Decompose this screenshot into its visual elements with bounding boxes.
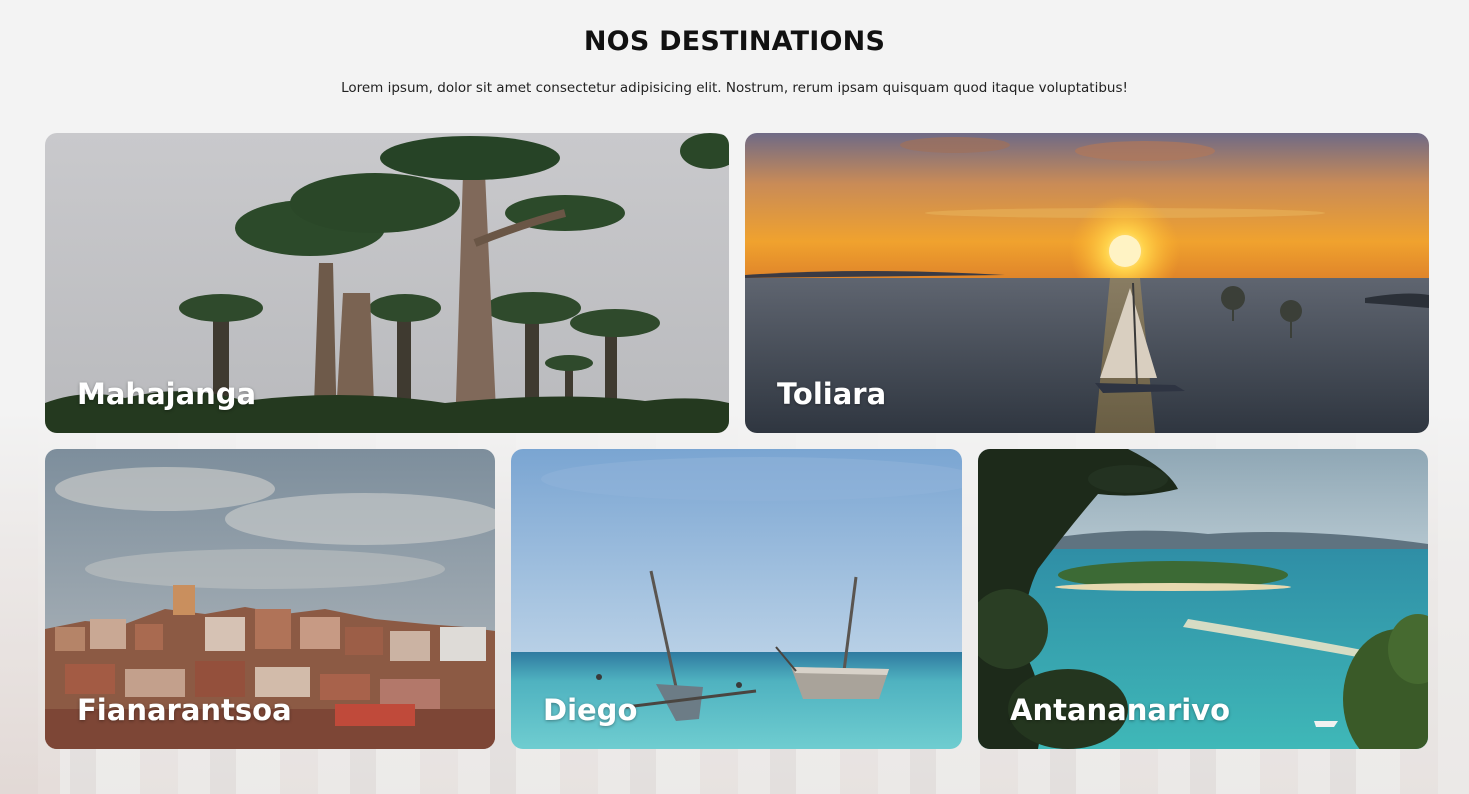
destination-label-diego: Diego: [543, 693, 638, 727]
destination-label-mahajanga: Mahajanga: [77, 377, 257, 411]
destination-card-mahajanga[interactable]: Mahajanga: [45, 133, 729, 433]
destination-card-fianarantsoa[interactable]: Fianarantsoa: [45, 449, 495, 749]
destination-card-antananarivo[interactable]: Antananarivo: [978, 449, 1428, 749]
destination-label-antananarivo: Antananarivo: [1010, 693, 1231, 727]
destination-card-diego[interactable]: Diego: [511, 449, 962, 749]
section-subtitle: Lorem ipsum, dolor sit amet consectetur …: [341, 80, 1128, 96]
destination-label-fianarantsoa: Fianarantsoa: [77, 693, 292, 727]
section-title: NOS DESTINATIONS: [583, 26, 886, 57]
destination-card-toliara[interactable]: Toliara: [745, 133, 1429, 433]
destination-label-toliara: Toliara: [777, 377, 887, 411]
